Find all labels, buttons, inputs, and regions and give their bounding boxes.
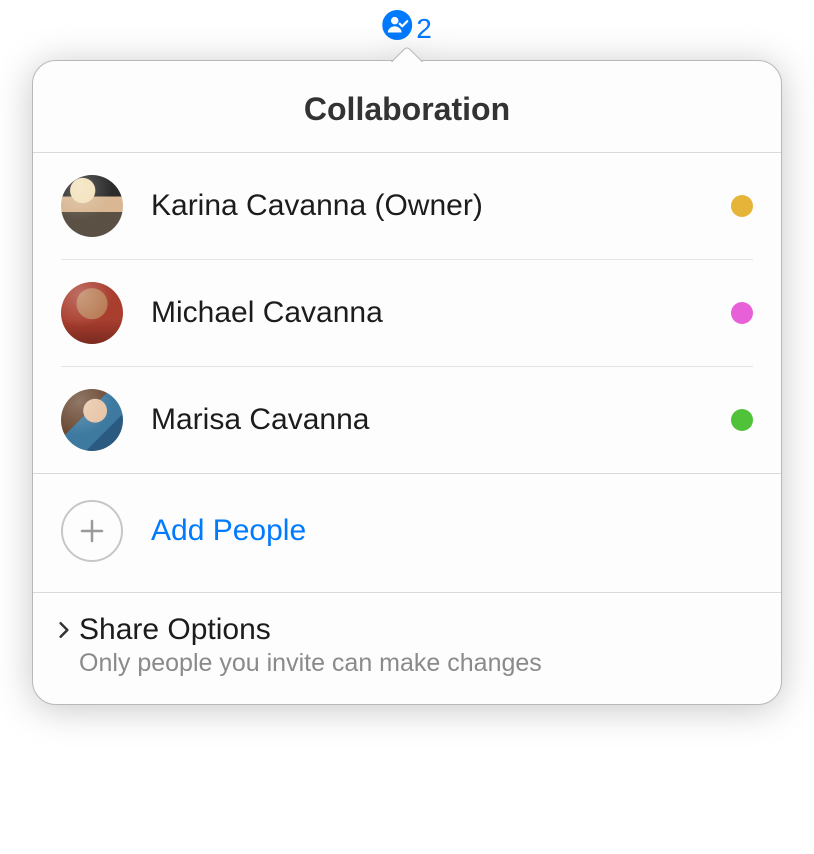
presence-dot [731,195,753,217]
person-row[interactable]: Marisa Cavanna [61,366,753,473]
popover-title: Collaboration [33,61,781,153]
collaboration-badge-count: 2 [416,13,432,45]
avatar [61,282,123,344]
chevron-right-icon [55,616,73,644]
person-name: Karina Cavanna (Owner) [123,189,731,223]
person-name: Michael Cavanna [123,296,731,330]
person-row[interactable]: Michael Cavanna [61,259,753,366]
person-row[interactable]: Karina Cavanna (Owner) [61,153,753,259]
avatar [61,175,123,237]
add-people-label: Add People [123,514,306,548]
popover-arrow [387,42,427,62]
collaboration-popover: Collaboration Karina Cavanna (Owner) Mic… [32,60,782,705]
share-options-subtitle: Only people you invite can make changes [55,649,753,678]
share-options-title: Share Options [79,613,271,647]
avatar [61,389,123,451]
presence-dot [731,409,753,431]
person-name: Marisa Cavanna [123,403,731,437]
share-options-button[interactable]: Share Options Only people you invite can… [33,593,781,704]
add-people-button[interactable]: Add People [33,474,781,592]
plus-icon [61,500,123,562]
presence-dot [731,302,753,324]
people-list: Karina Cavanna (Owner) Michael Cavanna M… [33,153,781,473]
